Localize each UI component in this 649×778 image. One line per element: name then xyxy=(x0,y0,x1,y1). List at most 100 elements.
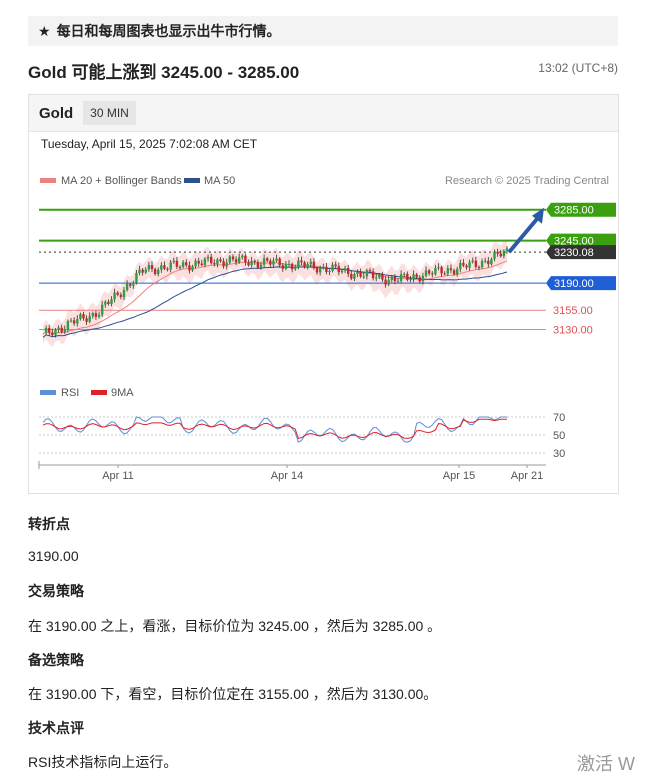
candle-body-up xyxy=(79,314,82,319)
candle-body-down xyxy=(440,267,443,274)
candle-body-up xyxy=(294,267,297,270)
section-body-alternative: 在 3190.00 下，看空，目标价位定在 3155.00 ，然后为 3130.… xyxy=(28,686,438,702)
candle-body-up xyxy=(69,320,73,322)
candle-body-up xyxy=(353,274,356,279)
candle-body-down xyxy=(334,264,337,267)
candle-body-down xyxy=(200,263,203,265)
candle-body-down xyxy=(281,265,284,269)
candle-body-down xyxy=(197,260,200,264)
candle-body-up xyxy=(132,282,135,286)
candle-body-down xyxy=(368,270,372,272)
level-label-last: 3230.08 xyxy=(554,247,594,259)
candle-body-down xyxy=(82,314,85,319)
candle-body-down xyxy=(129,284,132,286)
banner-text: 每日和每周图表也显示出牛市行情。 xyxy=(56,23,281,39)
candle-body-up xyxy=(238,257,241,263)
candle-body-up xyxy=(57,327,60,330)
candle-body-up xyxy=(250,260,253,266)
level-label-support: 3155.00 xyxy=(553,305,593,317)
candle-body-down xyxy=(474,260,478,267)
candle-body-up xyxy=(459,262,462,270)
candle-body-up xyxy=(328,271,331,273)
rsi-tick-label: 70 xyxy=(553,412,565,424)
chart-datestamp: Tuesday, April 15, 2025 7:02:08 AM CET xyxy=(41,137,258,151)
candle-body-down xyxy=(253,260,256,262)
candle-body-up xyxy=(104,301,107,305)
level-label-support: 3130.00 xyxy=(553,325,593,337)
candle-body-up xyxy=(216,259,219,265)
candle-body-up xyxy=(396,281,400,283)
x-axis-label: Apr 11 xyxy=(102,470,134,482)
candle-body-up xyxy=(241,255,244,258)
activation-watermark: 激活 W xyxy=(577,754,635,774)
candle-body-up xyxy=(44,327,48,333)
candle-body-up xyxy=(399,274,403,281)
section-heading-comment: 技术点评 xyxy=(28,720,84,736)
candle-body-up xyxy=(434,267,437,275)
candle-body-down xyxy=(477,266,481,268)
candle-body-down xyxy=(393,276,397,282)
candle-body-down xyxy=(418,277,421,282)
candle-body-up xyxy=(63,329,66,332)
section-body-comment: RSI技术指标向上运行。 xyxy=(28,754,178,770)
legend-swatch-ma50 xyxy=(184,178,200,183)
candle-body-up xyxy=(343,268,347,271)
article-title: Gold 可能上涨到 3245.00 - 3285.00 xyxy=(28,63,300,82)
candle-body-down xyxy=(247,262,250,266)
candle-body-down xyxy=(337,266,340,273)
x-axis-labels: Apr 11 Apr 14 Apr 15 Apr 21 xyxy=(102,465,543,482)
candle-body-up xyxy=(101,304,104,315)
candle-body-up xyxy=(403,273,406,275)
candle-body-up xyxy=(284,264,288,269)
candle-body-up xyxy=(365,270,369,277)
trend-arrow xyxy=(507,207,544,254)
candle-body-down xyxy=(496,251,499,254)
legend-label-9ma: 9MA xyxy=(111,387,134,399)
price-chart: MA 20 + Bollinger Bands MA 50 Research ©… xyxy=(38,175,616,482)
candle-body-up xyxy=(259,264,263,268)
rsi-tick-label: 30 xyxy=(553,448,565,460)
article-time: 13:02 (UTC+8) xyxy=(538,61,618,75)
rsi-panel: 70 50 30 xyxy=(39,412,565,460)
candle-body-down xyxy=(406,273,409,280)
candle-body-down xyxy=(347,268,350,274)
candle-body-down xyxy=(210,256,213,264)
candle-body-up xyxy=(493,251,496,260)
candle-body-up xyxy=(194,260,197,267)
candle-body-down xyxy=(266,258,269,261)
level-label-target: 3285.00 xyxy=(554,205,594,217)
candle-body-up xyxy=(181,262,185,267)
chart-credit: Research © 2025 Trading Central xyxy=(445,175,609,187)
timeframe-badge[interactable]: 30 MIN xyxy=(83,101,136,125)
candle-body-up xyxy=(424,270,428,276)
legend-label-ma20: MA 20 + Bollinger Bands xyxy=(61,175,182,187)
candle-body-down xyxy=(415,274,418,278)
candle-body-down xyxy=(256,261,260,268)
candle-body-down xyxy=(462,262,465,266)
candle-body-up xyxy=(76,319,79,324)
candle-body-up xyxy=(191,266,194,271)
candle-body-up xyxy=(322,266,325,268)
candle-body-down xyxy=(381,274,384,280)
candle-body-up xyxy=(125,284,129,290)
candle-body-down xyxy=(175,260,179,267)
candle-body-down xyxy=(150,265,154,269)
candle-body-down xyxy=(231,256,235,260)
chart-symbol: Gold xyxy=(39,104,74,122)
candle-body-up xyxy=(387,280,390,285)
bollinger-band-fill xyxy=(43,238,507,347)
candle-body-up xyxy=(490,259,493,265)
trend-arrow-shaft xyxy=(507,216,540,254)
candle-body-up xyxy=(378,274,381,278)
candle-body-up xyxy=(309,261,312,265)
legend-swatch-9ma xyxy=(91,390,107,395)
candle-body-up xyxy=(122,290,126,298)
candle-body-up xyxy=(456,269,459,275)
candle-body-down xyxy=(452,270,456,275)
candle-body-down xyxy=(325,266,328,272)
x-axis-label: Apr 15 xyxy=(443,470,475,482)
candle-body-up xyxy=(340,270,344,273)
candle-body-up xyxy=(331,264,334,271)
rsi-tick-label: 50 xyxy=(553,430,565,442)
candle-body-down xyxy=(465,265,468,268)
